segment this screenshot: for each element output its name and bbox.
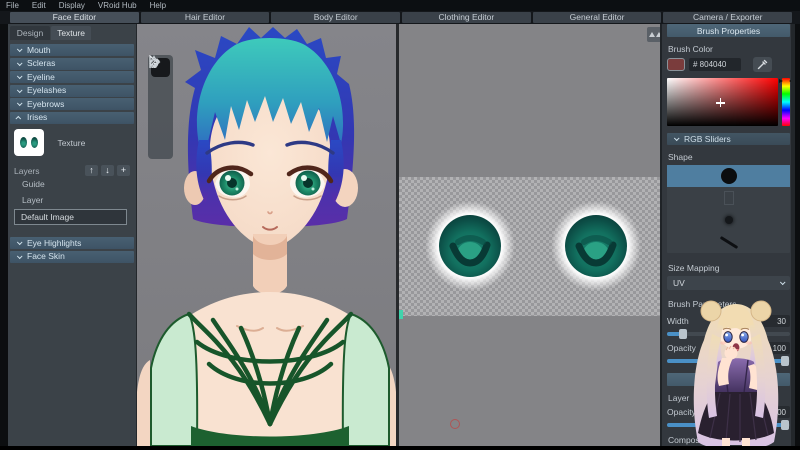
layer-move-up-button[interactable]: ↑ [85,165,98,176]
section-eye-highlights[interactable]: Eye Highlights [10,237,134,249]
menu-display[interactable]: Display [59,2,85,10]
section-label: Scleras [27,59,55,68]
brush-color-row: # 804040 [667,57,790,72]
menu-file[interactable]: File [6,2,19,10]
section-eyeline[interactable]: Eyeline [10,71,134,83]
layers-label: Layers [14,166,82,176]
iris-eye-preview [31,137,38,148]
texture-tool-palette [148,55,173,159]
saturation-value-picker[interactable] [667,78,778,126]
section-irises[interactable]: Irises [10,112,134,124]
menu-bar: File Edit Display VRoid Hub Help [0,0,800,11]
menu-edit[interactable]: Edit [32,2,46,10]
color-picker-cursor [716,98,725,107]
chevron-down-icon [17,253,23,259]
brush-color-hex-input[interactable]: # 804040 [689,58,741,71]
brush-color-swatch[interactable] [667,58,685,71]
tab-general-editor[interactable]: General Editor [533,12,662,23]
brush-shape-circle[interactable] [667,165,790,187]
bottom-border [0,446,800,450]
streamer-avatar [678,292,795,450]
layer-add-button[interactable]: + [117,165,130,176]
section-label: Mouth [27,46,51,55]
menu-help[interactable]: Help [150,2,166,10]
character-3d-viewport[interactable] [137,24,396,446]
section-eyebrows[interactable]: Eyebrows [10,98,134,110]
layer-item-default-image[interactable]: Default Image [14,209,127,225]
canvas-edge-marker [399,310,403,319]
hue-slider[interactable] [782,78,790,126]
chevron-down-icon [17,60,23,66]
texture-label: Texture [57,138,85,148]
brush-shape-soft-dot[interactable] [667,209,790,231]
chevron-down-icon [17,46,23,52]
left-panel-tabs: Design Texture [8,24,136,44]
brush-shape-square[interactable] [667,187,790,209]
section-label: Eyelashes [27,86,66,95]
section-scleras[interactable]: Scleras [10,58,134,70]
layer-item-guide[interactable]: Guide [14,176,130,192]
blur-tool-button[interactable] [151,130,170,149]
section-label: Eye Highlights [27,239,81,248]
tab-texture[interactable]: Texture [51,26,91,40]
rgb-sliders-label: RGB Sliders [684,134,731,144]
pen-tool-button[interactable] [151,82,170,101]
section-eyelashes[interactable]: Eyelashes [10,85,134,97]
rgb-sliders-section[interactable]: RGB Sliders [667,133,790,145]
chevron-down-icon [674,135,680,141]
droplet-icon [148,55,160,68]
tab-design[interactable]: Design [10,26,50,40]
layer-item-layer[interactable]: Layer [14,192,130,208]
section-label: Irises [27,113,47,122]
section-label: Face Skin [27,252,65,261]
section-label: Eyebrows [27,100,64,109]
section-mouth[interactable]: Mouth [10,44,134,56]
size-mapping-dropdown[interactable]: UV [667,276,790,290]
menu-vroid-hub[interactable]: VRoid Hub [98,2,137,10]
canvas-view-toggle-button[interactable] [647,27,660,42]
chevron-down-icon [780,279,786,285]
section-face-skin[interactable]: Face Skin [10,251,134,263]
stroke-brush-icon [719,235,738,248]
shape-label: Shape [668,152,790,162]
brush-cursor [450,419,460,429]
layers-toolbar: Layers ↑ ↓ + [14,165,130,176]
size-mapping-label: Size Mapping [668,263,790,273]
size-mapping-value: UV [673,278,780,288]
brush-properties-header[interactable]: Brush Properties [667,24,790,37]
iris-texture-right [546,196,646,296]
iris-eye-preview [20,137,27,148]
chevron-down-icon [17,239,23,245]
square-brush-icon [724,191,734,205]
chevron-down-icon [17,73,23,79]
brush-shape-stroke[interactable] [667,231,790,253]
texture-edit-canvas[interactable] [396,24,660,446]
brush-shape-list [667,165,790,253]
section-label: Eyeline [27,73,55,82]
editor-tab-bar: Face Editor Hair Editor Body Editor Clot… [0,11,800,24]
tab-camera-exporter[interactable]: Camera / Exporter [663,12,792,23]
tab-clothing-editor[interactable]: Clothing Editor [402,12,531,23]
left-panel: Design Texture Mouth Scleras Eyeline Eye… [8,24,137,446]
brush-color-label: Brush Color [668,44,790,54]
chevron-down-icon [17,87,23,93]
circle-brush-icon [721,168,737,184]
tab-body-editor[interactable]: Body Editor [271,12,400,23]
tab-hair-editor[interactable]: Hair Editor [141,12,270,23]
chevron-down-icon [17,100,23,106]
layer-move-down-button[interactable]: ↓ [101,165,114,176]
tab-face-editor[interactable]: Face Editor [10,12,139,23]
irises-section-body: Texture Layers ↑ ↓ + Guide Layer Default… [8,125,136,231]
vroid-studio-window: File Edit Display VRoid Hub Help Face Ed… [0,0,800,450]
character-preview [137,24,396,446]
image-icon [649,32,655,37]
soft-dot-brush-icon [725,216,733,224]
iris-texture-left [420,196,520,296]
chevron-up-icon [15,115,21,121]
eyedropper-icon [757,59,768,70]
color-picker [667,78,790,126]
eraser-tool-button[interactable] [151,106,170,125]
iris-texture-thumbnail[interactable] [14,129,44,156]
eyedropper-button[interactable] [753,57,772,72]
